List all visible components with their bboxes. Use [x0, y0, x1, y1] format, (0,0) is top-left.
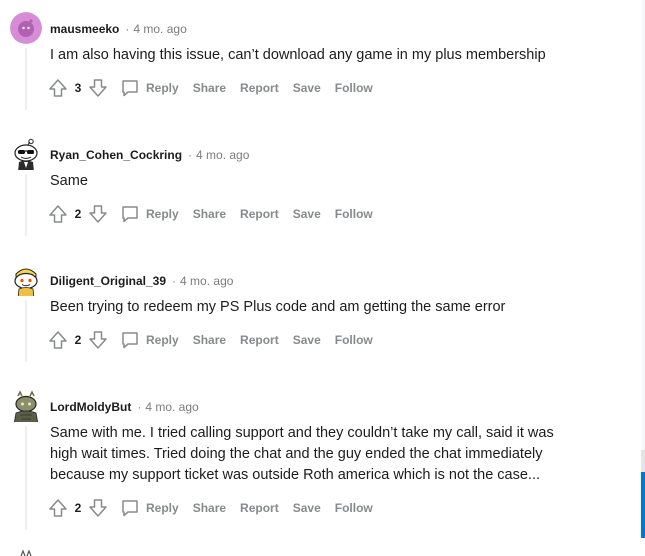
follow-button[interactable]: Follow — [335, 207, 373, 221]
snoo-partial-avatar-icon — [20, 549, 32, 556]
meta-separator: · — [188, 148, 193, 162]
downvote-button[interactable] — [86, 202, 110, 226]
comment-bubble-icon — [122, 332, 138, 349]
vote-count: 3 — [74, 81, 82, 95]
vote-count: 2 — [74, 207, 82, 221]
comment-meta: Ryan_Cohen_Cockring · 4 mo. ago — [50, 147, 249, 163]
report-button[interactable]: Report — [240, 207, 279, 221]
comment-body: Been trying to redeem my PS Plus code an… — [50, 299, 506, 315]
follow-button[interactable]: Follow — [335, 501, 373, 515]
comment-meta: LordMoldyBut · 4 mo. ago — [50, 399, 199, 415]
comment-bubble-icon — [122, 206, 138, 223]
downvote-button[interactable] — [86, 76, 110, 100]
comment-actions: 3 Reply Share Report Save Follow — [46, 76, 373, 100]
upvote-arrow-icon — [49, 79, 67, 97]
reply-label: Reply — [146, 81, 179, 95]
save-button[interactable]: Save — [293, 501, 321, 515]
comment-body: Same with me. I tried calling support an… — [50, 425, 554, 483]
report-button[interactable]: Report — [240, 333, 279, 347]
meta-separator: · — [172, 274, 177, 288]
share-button[interactable]: Share — [193, 207, 226, 221]
snoo-sunglasses-avatar-icon — [14, 138, 38, 170]
thread-line[interactable] — [25, 48, 27, 110]
share-button[interactable]: Share — [193, 501, 226, 515]
comment-body: I am also having this issue, can’t downl… — [50, 47, 546, 63]
comment-actions: 2 Reply Share Report Save Follow — [46, 202, 373, 226]
share-button[interactable]: Share — [193, 81, 226, 95]
comment-body: Same — [50, 173, 88, 189]
downvote-button[interactable] — [86, 328, 110, 352]
avatar[interactable] — [10, 390, 42, 422]
thread-line[interactable] — [25, 300, 27, 362]
avatar[interactable] — [10, 12, 42, 44]
reply-button[interactable]: Reply — [120, 78, 179, 98]
save-button[interactable]: Save — [293, 81, 321, 95]
report-button[interactable]: Report — [240, 501, 279, 515]
sidebar-accent-edge — [641, 472, 645, 538]
snoo-yellow-cap-avatar-icon — [14, 268, 38, 296]
avatar[interactable] — [10, 138, 42, 170]
thread-line[interactable] — [25, 174, 27, 236]
save-button[interactable]: Save — [293, 207, 321, 221]
upvote-button[interactable] — [46, 328, 70, 352]
comment: Ryan_Cohen_Cockring · 4 mo. ago Same 2 R… — [0, 126, 620, 252]
upvote-button[interactable] — [46, 76, 70, 100]
next-comment-avatar[interactable] — [18, 548, 34, 556]
sidebar-edge — [641, 450, 645, 472]
reply-button[interactable]: Reply — [120, 330, 179, 350]
follow-button[interactable]: Follow — [335, 81, 373, 95]
comment: Diligent_Original_39 · 4 mo. ago Been tr… — [0, 252, 620, 378]
comment-bubble-icon — [122, 80, 138, 97]
upvote-arrow-icon — [49, 205, 67, 223]
reply-label: Reply — [146, 501, 179, 515]
downvote-arrow-icon — [89, 205, 107, 223]
comment-actions: 2 Reply Share Report Save Follow — [46, 328, 373, 352]
timestamp[interactable]: 4 mo. ago — [196, 148, 249, 162]
thread-line[interactable] — [25, 426, 27, 530]
upvote-button[interactable] — [46, 202, 70, 226]
author-link[interactable]: LordMoldyBut — [50, 400, 131, 414]
avatar[interactable] — [10, 264, 42, 296]
snoo-armored-avatar-icon — [13, 390, 39, 422]
report-button[interactable]: Report — [240, 81, 279, 95]
upvote-button[interactable] — [46, 496, 70, 520]
upvote-arrow-icon — [49, 331, 67, 349]
reply-button[interactable]: Reply — [120, 204, 179, 224]
timestamp[interactable]: 4 mo. ago — [145, 400, 198, 414]
follow-button[interactable]: Follow — [335, 333, 373, 347]
share-button[interactable]: Share — [193, 333, 226, 347]
meta-separator: · — [137, 400, 142, 414]
comment: mausmeeko · 4 mo. ago I am also having t… — [0, 0, 620, 126]
timestamp[interactable]: 4 mo. ago — [133, 22, 186, 36]
vote-count: 2 — [74, 333, 82, 347]
author-link[interactable]: Diligent_Original_39 — [50, 274, 166, 288]
downvote-arrow-icon — [89, 79, 107, 97]
comment: LordMoldyBut · 4 mo. ago Same with me. I… — [0, 378, 620, 546]
comment-meta: Diligent_Original_39 · 4 mo. ago — [50, 273, 233, 289]
comment-meta: mausmeeko · 4 mo. ago — [50, 21, 187, 37]
downvote-button[interactable] — [86, 496, 110, 520]
snoo-default-purple-avatar-icon — [10, 12, 42, 44]
reply-button[interactable]: Reply — [120, 498, 179, 518]
comment-bubble-icon — [122, 500, 138, 517]
reply-label: Reply — [146, 333, 179, 347]
meta-separator: · — [125, 22, 130, 36]
downvote-arrow-icon — [89, 499, 107, 517]
upvote-arrow-icon — [49, 499, 67, 517]
vote-count: 2 — [74, 501, 82, 515]
comment-thread: mausmeeko · 4 mo. ago I am also having t… — [0, 0, 645, 556]
downvote-arrow-icon — [89, 331, 107, 349]
author-link[interactable]: Ryan_Cohen_Cockring — [50, 148, 182, 162]
author-link[interactable]: mausmeeko — [50, 22, 119, 36]
timestamp[interactable]: 4 mo. ago — [180, 274, 233, 288]
save-button[interactable]: Save — [293, 333, 321, 347]
reply-label: Reply — [146, 207, 179, 221]
comment-actions: 2 Reply Share Report Save Follow — [46, 496, 373, 520]
